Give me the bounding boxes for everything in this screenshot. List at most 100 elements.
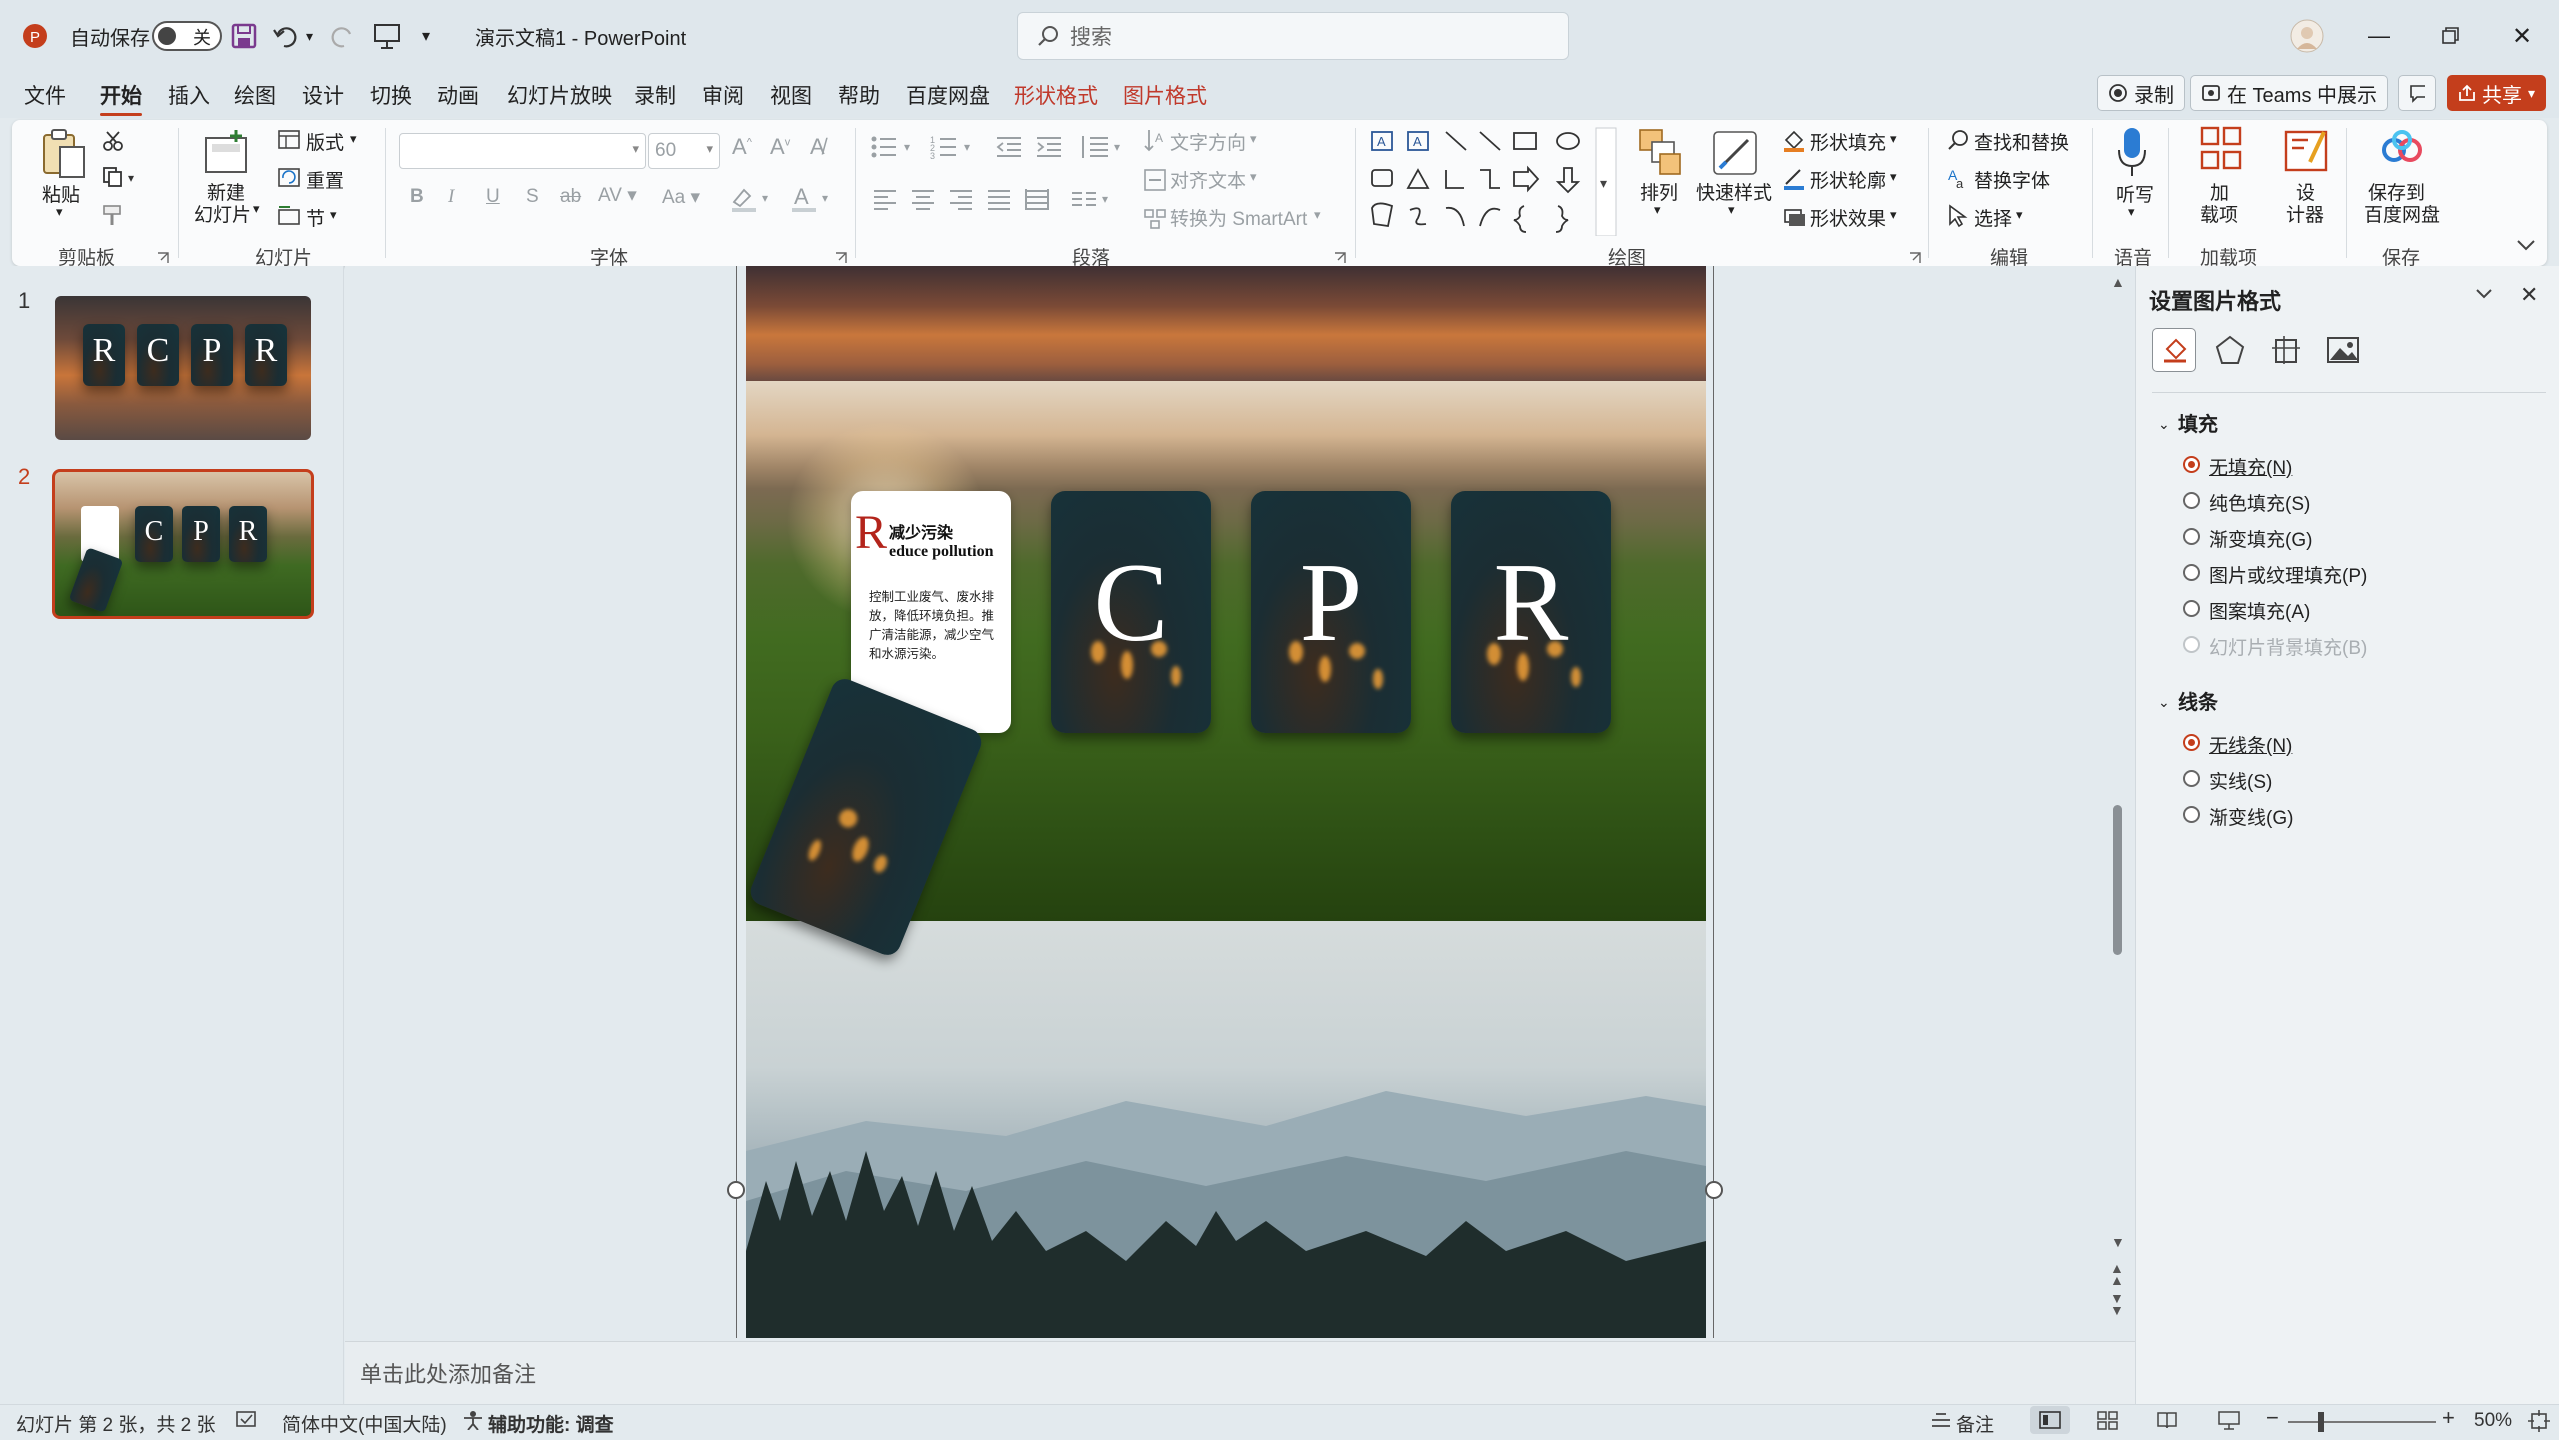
align-text-button[interactable]: 对齐文本 [1170,166,1246,193]
minimize-icon[interactable]: — [2368,0,2390,72]
effects-tab[interactable] [2214,334,2246,372]
fill-option-radio-none[interactable] [2183,456,2200,473]
section-dropdown-icon[interactable]: ▾ [330,207,337,223]
find-replace-button[interactable]: 查找和替换 [1974,128,2069,155]
slideshow-view-button[interactable] [2218,1410,2240,1436]
replace-font-button[interactable]: 替换字体 [1974,166,2050,193]
slide-sorter-view-button[interactable] [2097,1410,2119,1436]
shape-fill-icon[interactable] [1782,128,1806,158]
shapes-gallery[interactable]: A A ▾ [1368,126,1618,242]
line-section-header[interactable]: 线条 [2178,686,2218,715]
fill-option-none[interactable]: 无填充(N) [2209,453,2292,480]
layout-button[interactable]: 版式 [306,128,344,155]
arrange-dropdown-icon[interactable]: ▾ [1654,202,1661,218]
format-painter-icon[interactable] [102,204,126,234]
paste-icon[interactable] [38,127,88,185]
dictate-dropdown-icon[interactable]: ▾ [2128,204,2135,220]
tab-help[interactable]: 帮助 [838,80,880,110]
section-button[interactable]: 节 [306,204,325,231]
cut-icon[interactable] [102,130,124,158]
quick-styles-dropdown-icon[interactable]: ▾ [1728,202,1735,218]
shape-outline-icon[interactable] [1782,166,1806,196]
share-button[interactable]: 共享 ▾ [2447,75,2547,111]
shadow-icon[interactable]: S [526,186,539,208]
text-direction-icon[interactable]: A [1143,128,1167,160]
new-slide-label-2[interactable]: 幻灯片 [194,200,251,227]
line-option-radio-gradient[interactable] [2183,806,2200,823]
fill-option-radio-picture[interactable] [2183,564,2200,581]
quick-styles-icon[interactable] [1710,128,1760,184]
language-indicator[interactable]: 简体中文(中国大陆) [282,1410,447,1437]
bullets-icon[interactable]: ▾ [870,134,920,166]
addins-label-2[interactable]: 载项 [2200,200,2238,227]
justify-icon[interactable] [986,188,1012,216]
arrange-icon[interactable] [1638,128,1682,184]
fit-slide-icon[interactable] [2528,1410,2550,1438]
image-card-r[interactable]: R [1451,491,1611,733]
image-card-p[interactable]: P [1251,491,1411,733]
accessibility-icon[interactable] [462,1410,484,1436]
shape-effects-dropdown-icon[interactable]: ▾ [1890,207,1897,223]
line-spacing-icon[interactable]: ▾ [1078,134,1128,166]
zoom-in-icon[interactable]: + [2442,1405,2455,1431]
font-size-combobox[interactable]: 60 ▾ [648,133,720,169]
save-baidu-label-2[interactable]: 百度网盘 [2364,200,2440,227]
scroll-up-icon[interactable]: ▲ [2111,274,2125,290]
arrange-button[interactable]: 排列 [1640,178,1678,205]
fill-option-picture[interactable]: 图片或纹理填充(P) [2209,561,2367,588]
underline-icon[interactable]: U [486,186,500,208]
notes-pane[interactable]: 单击此处添加备注 [345,1341,2135,1404]
tab-record[interactable]: 录制 [634,80,676,110]
line-option-radio-solid[interactable] [2183,770,2200,787]
line-option-radio-none[interactable] [2183,734,2200,751]
canvas-scrollbar[interactable]: ▲ ▼ ▲ ▲ ▼ ▼ [2106,270,2128,1336]
microphone-icon[interactable] [2116,126,2148,184]
present-icon[interactable] [372,0,402,72]
slide-2[interactable]: R 减少污染 educe pollution 控制工业废气、废水排放，降低环境负… [746,266,1706,1338]
notes-toggle-button[interactable]: 备注 [1956,1410,1994,1437]
italic-icon[interactable]: I [448,186,454,208]
line-option-solid[interactable]: 实线(S) [2209,767,2272,794]
line-option-gradient[interactable]: 渐变线(G) [2209,803,2293,830]
paste-dropdown-icon[interactable]: ▾ [56,204,63,220]
scroll-down-icon[interactable]: ▼ [2111,1234,2125,1250]
increase-font-icon[interactable]: A^ [732,134,752,160]
maximize-icon[interactable] [2440,0,2460,72]
bold-icon[interactable]: B [410,186,424,208]
image-card-c[interactable]: C [1051,491,1211,733]
select-icon[interactable] [1946,204,1968,234]
fill-section-chevron-icon[interactable]: ⌄ [2158,416,2170,433]
new-slide-icon[interactable] [202,128,250,182]
tab-insert[interactable]: 插入 [168,80,210,110]
slide-thumbnail-2[interactable]: C P R [52,469,314,619]
zoom-out-icon[interactable]: − [2266,1405,2279,1431]
section-icon[interactable] [278,206,300,232]
line-section-chevron-icon[interactable]: ⌄ [2158,694,2170,711]
autosave-toggle[interactable]: 关 [152,0,222,72]
tab-shape-format[interactable]: 形状格式 [1014,80,1098,110]
tab-design[interactable]: 设计 [302,80,344,110]
reset-button[interactable]: 重置 [306,166,344,193]
baidu-netdisk-icon[interactable] [2380,130,2424,176]
tab-review[interactable]: 审阅 [702,80,744,110]
search-box[interactable]: 搜索 [1017,12,1569,60]
customize-qat-icon[interactable]: ▾ [422,0,430,72]
designer-icon[interactable] [2284,126,2328,178]
tab-draw[interactable]: 绘图 [234,80,276,110]
find-icon[interactable] [1946,128,1970,158]
reading-view-button[interactable] [2156,1410,2178,1436]
fill-option-pattern[interactable]: 图案填充(A) [2209,597,2310,624]
undo-dropdown-icon[interactable]: ▾ [306,0,313,72]
teams-present-button[interactable]: 在 Teams 中展示 [2190,75,2389,111]
scrollbar-thumb[interactable] [2113,805,2122,955]
addins-icon[interactable] [2200,126,2242,178]
change-case-icon[interactable]: Aa ▾ [662,186,700,209]
slide-thumbnail-1[interactable]: R C P R [55,296,311,440]
accessibility-status[interactable]: 辅助功能: 调查 [488,1410,614,1437]
normal-view-button[interactable] [2030,1406,2070,1434]
align-text-icon[interactable] [1143,168,1167,198]
replace-font-icon[interactable]: Aa [1946,166,1970,196]
char-spacing-icon[interactable]: AV ▾ [598,184,637,207]
fill-option-radio-pattern[interactable] [2183,600,2200,617]
tab-baidu-netdisk[interactable]: 百度网盘 [906,80,990,110]
